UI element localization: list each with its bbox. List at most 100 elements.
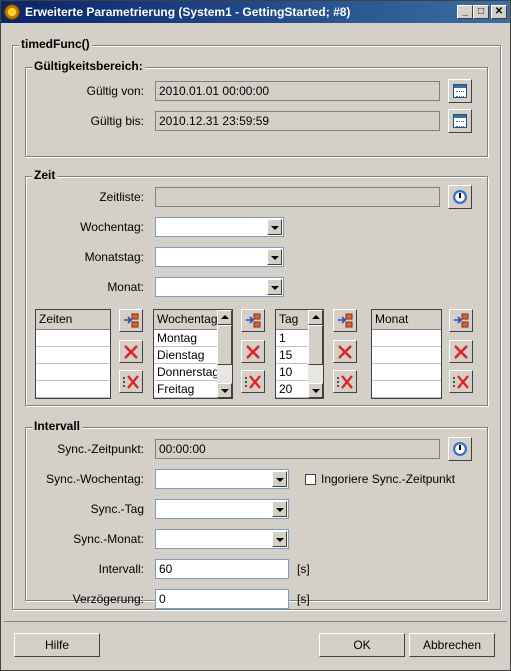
valid-from-calendar-button[interactable] <box>448 79 472 103</box>
tag-delete-button[interactable] <box>333 340 357 363</box>
clear-all-icon <box>453 375 469 389</box>
maximize-button[interactable]: □ <box>473 5 489 19</box>
wochentag-select[interactable] <box>155 217 284 237</box>
monat-add-button[interactable] <box>449 309 473 332</box>
zeiten-list[interactable]: Zeiten <box>35 309 111 399</box>
add-entry-icon <box>246 313 261 328</box>
scroll-thumb[interactable] <box>308 325 323 365</box>
zeitliste-field[interactable] <box>155 187 440 207</box>
wochentag-list[interactable]: Wochentag Montag Dienstag Donnerstag Fre… <box>153 309 233 399</box>
monat-clear-button[interactable] <box>449 370 473 393</box>
sync-wochentag-label: Sync.-Wochentag: <box>46 472 144 486</box>
help-button[interactable]: Hilfe <box>14 633 100 657</box>
sync-monat-select[interactable] <box>155 529 289 549</box>
zeiten-add-button[interactable] <box>119 309 143 332</box>
monat-list[interactable]: Monat <box>371 309 442 399</box>
chevron-down-icon[interactable] <box>272 501 287 517</box>
chevron-down-icon[interactable] <box>272 471 287 487</box>
list-item[interactable]: Donnerstag <box>154 364 217 381</box>
tag-add-button[interactable] <box>333 309 357 332</box>
valid-to-label: Gültig bis: <box>90 114 144 128</box>
valid-to-field[interactable]: 2010.12.31 23:59:59 <box>155 111 440 131</box>
wochentag-list-header: Wochentag <box>154 310 217 330</box>
scroll-up-icon[interactable] <box>217 310 232 325</box>
list-item[interactable] <box>36 381 110 398</box>
dialog-window: Erweiterte Parametrierung (System1 - Get… <box>0 0 511 671</box>
list-item[interactable]: 10 <box>276 364 308 381</box>
delete-x-icon <box>124 345 138 359</box>
wochentag-label: Wochentag: <box>80 220 144 234</box>
intervall-label: Intervall: <box>98 562 144 576</box>
sync-tag-select[interactable] <box>155 499 289 519</box>
add-entry-icon <box>338 313 353 328</box>
intervall-input[interactable]: 60 <box>155 559 289 579</box>
wochentag-clear-button[interactable] <box>241 370 265 393</box>
wochentag-add-button[interactable] <box>241 309 265 332</box>
sync-zeitpunkt-clock-button[interactable] <box>448 437 472 461</box>
clear-all-icon <box>123 375 139 389</box>
list-item[interactable]: 20 <box>276 381 308 398</box>
list-item[interactable] <box>372 364 441 381</box>
list-item[interactable] <box>36 364 110 381</box>
tag-scrollbar[interactable] <box>308 310 323 398</box>
add-entry-icon <box>124 313 139 328</box>
list-item[interactable]: Dienstag <box>154 347 217 364</box>
clear-all-icon <box>245 375 261 389</box>
chevron-down-icon[interactable] <box>267 249 282 265</box>
sync-zeitpunkt-label: Sync.-Zeitpunkt: <box>57 442 144 456</box>
scroll-down-icon[interactable] <box>308 383 323 398</box>
list-item[interactable] <box>36 347 110 364</box>
sync-zeitpunkt-field[interactable]: 00:00:00 <box>155 439 440 459</box>
delete-x-icon <box>454 345 468 359</box>
ok-button[interactable]: OK <box>319 633 405 657</box>
monat-delete-button[interactable] <box>449 340 473 363</box>
delete-x-icon <box>338 345 352 359</box>
verzoegerung-input[interactable]: 0 <box>155 589 289 609</box>
tag-clear-button[interactable] <box>333 370 357 393</box>
scroll-down-icon[interactable] <box>217 383 232 398</box>
sync-wochentag-select[interactable] <box>155 469 289 489</box>
zeiten-list-header: Zeiten <box>36 310 110 330</box>
zeit-legend: Zeit <box>32 168 58 182</box>
title-bar[interactable]: Erweiterte Parametrierung (System1 - Get… <box>1 1 510 23</box>
ignore-sync-checkbox[interactable] <box>305 474 316 485</box>
list-item[interactable] <box>372 330 441 347</box>
list-item[interactable] <box>372 347 441 364</box>
wochentag-scrollbar[interactable] <box>217 310 232 398</box>
timedfunc-legend: timedFunc() <box>19 37 92 51</box>
verzoegerung-label: Verzögerung: <box>72 592 144 606</box>
scroll-up-icon[interactable] <box>308 310 323 325</box>
list-item[interactable] <box>36 330 110 347</box>
wochentag-delete-button[interactable] <box>241 340 265 363</box>
chevron-down-icon[interactable] <box>267 219 282 235</box>
tag-list-header: Tag <box>276 310 308 330</box>
minimize-button[interactable]: _ <box>457 5 473 19</box>
list-item[interactable] <box>372 381 441 398</box>
validity-group: Gültigkeitsbereich: Gültig von: 2010.01.… <box>25 59 488 157</box>
monatstag-select[interactable] <box>155 247 284 267</box>
valid-from-field[interactable]: 2010.01.01 00:00:00 <box>155 81 440 101</box>
scroll-thumb[interactable] <box>217 325 232 365</box>
intervall-unit: [s] <box>297 562 310 576</box>
list-item[interactable]: Freitag <box>154 381 217 398</box>
ignore-sync-label[interactable]: Ingoriere Sync.-Zeitpunkt <box>321 472 455 486</box>
button-bar: Hilfe OK Abbrechen <box>4 621 507 668</box>
valid-to-calendar-button[interactable] <box>448 109 472 133</box>
close-button[interactable]: ✕ <box>491 5 507 19</box>
list-item[interactable]: 15 <box>276 347 308 364</box>
zeiten-clear-button[interactable] <box>119 370 143 393</box>
intervall-legend: Intervall <box>32 419 83 433</box>
tag-list[interactable]: Tag 1 15 10 20 <box>275 309 324 399</box>
app-gear-icon <box>4 4 20 20</box>
chevron-down-icon[interactable] <box>267 279 282 295</box>
timedfunc-group: timedFunc() Gültigkeitsbereich: Gültig v… <box>12 37 501 610</box>
list-item[interactable]: Montag <box>154 330 217 347</box>
cancel-button[interactable]: Abbrechen <box>409 633 495 657</box>
monat-select[interactable] <box>155 277 284 297</box>
verzoegerung-unit: [s] <box>297 592 310 606</box>
zeiten-delete-button[interactable] <box>119 340 143 363</box>
zeitliste-clock-button[interactable] <box>448 185 472 209</box>
sync-monat-label: Sync.-Monat: <box>73 532 144 546</box>
list-item[interactable]: 1 <box>276 330 308 347</box>
chevron-down-icon[interactable] <box>272 531 287 547</box>
